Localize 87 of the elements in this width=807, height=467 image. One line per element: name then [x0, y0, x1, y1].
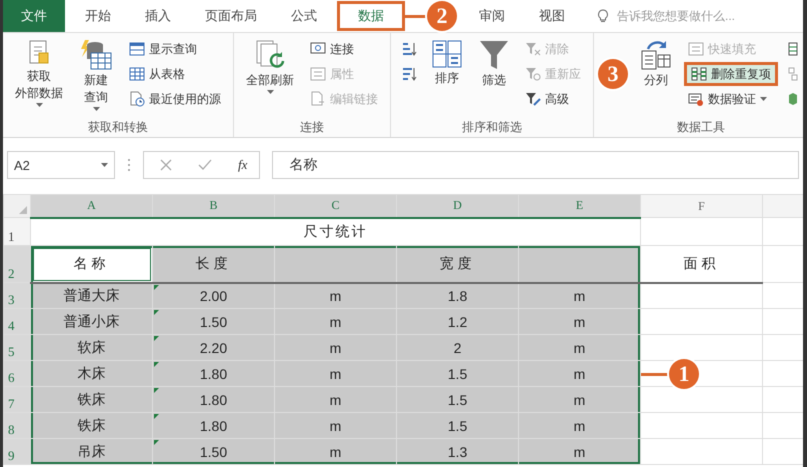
- table-cell[interactable]: 软床: [30, 334, 152, 360]
- column-header[interactable]: E: [518, 194, 640, 218]
- table-cell[interactable]: m: [518, 308, 640, 334]
- ribbon-button[interactable]: 显示查询: [125, 37, 225, 61]
- insert-function-button[interactable]: fx: [238, 157, 248, 173]
- ribbon-button[interactable]: 新建 查询: [75, 37, 117, 114]
- table-cell[interactable]: 面积: [640, 246, 762, 282]
- table-cell[interactable]: 1.8: [396, 282, 518, 308]
- row-header[interactable]: 3: [4, 282, 30, 308]
- ribbon-button[interactable]: 筛选: [475, 37, 513, 90]
- row-header[interactable]: 8: [4, 412, 30, 438]
- step-number-badge: 1: [669, 359, 699, 389]
- table-cell[interactable]: m: [518, 334, 640, 360]
- column-header[interactable]: F: [640, 194, 762, 218]
- table-cell[interactable]: 名称: [30, 246, 152, 282]
- table-cell[interactable]: 2: [396, 334, 518, 360]
- row-header[interactable]: 2: [4, 246, 30, 282]
- ribbon-button[interactable]: 排序: [427, 37, 467, 88]
- row-header[interactable]: 1: [4, 218, 30, 246]
- ribbon-button[interactable]: 连接: [306, 37, 382, 61]
- table-cell[interactable]: m: [518, 386, 640, 412]
- group-label: 获取和转换: [87, 119, 149, 136]
- ribbon-tab[interactable]: 数据: [337, 1, 405, 31]
- table-cell[interactable]: 1.3: [396, 438, 518, 464]
- step-number-badge: 2: [427, 1, 457, 31]
- table-cell[interactable]: 铁床: [30, 412, 152, 438]
- group-label: 数据工具: [676, 119, 726, 136]
- table-cell[interactable]: m: [274, 334, 396, 360]
- table-cell[interactable]: 2.20: [152, 334, 274, 360]
- search-field[interactable]: 告诉我您想要做什么...: [615, 8, 769, 24]
- ribbon-tab[interactable]: 开始: [71, 1, 125, 31]
- table-cell[interactable]: 1.80: [152, 360, 274, 386]
- table-cell[interactable]: 1.80: [152, 412, 274, 438]
- formula-field[interactable]: 名称: [272, 151, 799, 179]
- table-cell[interactable]: 普通大床: [30, 282, 152, 308]
- table-cell[interactable]: 1.5: [396, 412, 518, 438]
- table-cell[interactable]: 1.50: [152, 438, 274, 464]
- column-header[interactable]: C: [274, 194, 396, 218]
- ribbon-tab[interactable]: 插入: [131, 1, 185, 31]
- table-cell[interactable]: m: [518, 438, 640, 464]
- table-cell[interactable]: 2.00: [152, 282, 274, 308]
- ribbon-button[interactable]: 高级: [521, 87, 585, 111]
- ribbon-button[interactable]: 删除重复项: [684, 62, 778, 86]
- column-header[interactable]: B: [152, 194, 274, 218]
- table-cell[interactable]: 1.2: [396, 308, 518, 334]
- row-header[interactable]: 4: [4, 308, 30, 334]
- file-tab[interactable]: 文件: [3, 0, 65, 32]
- ribbon-button[interactable]: 全部刷新: [242, 37, 298, 97]
- table-cell[interactable]: 普通小床: [30, 308, 152, 334]
- group-label: 连接: [299, 119, 325, 136]
- table-cell[interactable]: 宽度: [396, 246, 518, 282]
- ribbon-button[interactable]: 分列: [636, 37, 676, 90]
- ribbon-button[interactable]: 最近使用的源: [125, 87, 225, 111]
- ribbon-button[interactable]: 获取 外部数据: [11, 37, 67, 110]
- table-cell[interactable]: m: [274, 386, 396, 412]
- name-box[interactable]: A2: [7, 151, 115, 179]
- table-cell[interactable]: m: [274, 412, 396, 438]
- ribbon-tab[interactable]: 审阅: [465, 1, 519, 31]
- ribbon-tab[interactable]: 页面布局: [191, 1, 271, 31]
- row-header[interactable]: 7: [4, 386, 30, 412]
- table-cell[interactable]: m: [274, 282, 396, 308]
- row-header[interactable]: 6: [4, 360, 30, 386]
- ribbon-tab[interactable]: 公式: [277, 1, 331, 31]
- table-cell[interactable]: 1.80: [152, 386, 274, 412]
- table-cell[interactable]: 木床: [30, 360, 152, 386]
- row-header[interactable]: 5: [4, 334, 30, 360]
- table-cell[interactable]: m: [274, 438, 396, 464]
- row-header[interactable]: 9: [4, 438, 30, 464]
- table-cell[interactable]: 1.50: [152, 308, 274, 334]
- step-number-badge: 3: [598, 59, 628, 89]
- table-cell[interactable]: 铁床: [30, 386, 152, 412]
- table-cell[interactable]: 1.5: [396, 386, 518, 412]
- table-cell[interactable]: 1.5: [396, 360, 518, 386]
- title-cell: 尺寸统计: [304, 222, 368, 239]
- table-cell[interactable]: m: [518, 412, 640, 438]
- table-cell[interactable]: m: [274, 360, 396, 386]
- table-cell[interactable]: m: [518, 360, 640, 386]
- table-cell[interactable]: 长度: [152, 246, 274, 282]
- group-label: 排序和筛选: [461, 119, 523, 136]
- column-header[interactable]: A: [30, 194, 152, 218]
- table-cell[interactable]: 吊床: [30, 438, 152, 464]
- ribbon-tab[interactable]: 视图: [525, 1, 579, 31]
- ribbon-button[interactable]: 数据验证: [684, 87, 778, 111]
- table-cell[interactable]: m: [518, 282, 640, 308]
- column-header[interactable]: D: [396, 194, 518, 218]
- ribbon-button[interactable]: 从表格: [125, 62, 225, 86]
- table-cell[interactable]: m: [274, 308, 396, 334]
